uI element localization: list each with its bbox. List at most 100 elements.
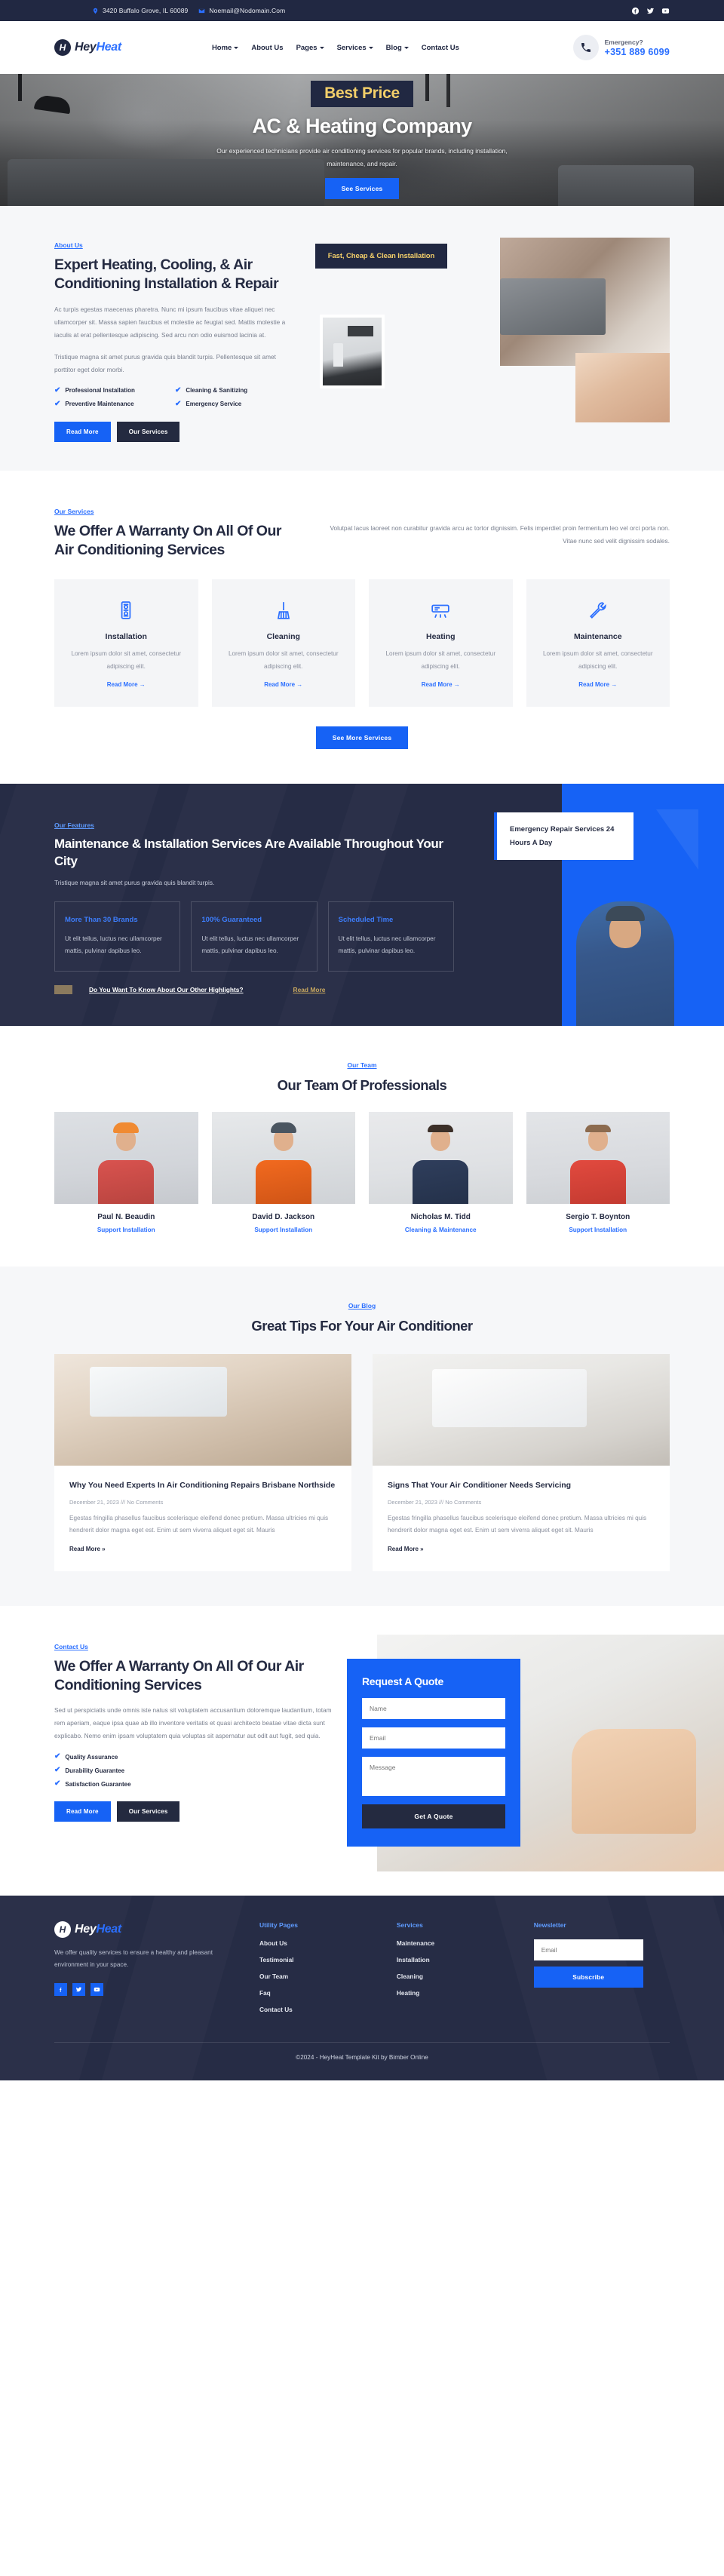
- about-image-badge: Fast, Cheap & Clean Installation: [315, 244, 447, 269]
- footer-link-cleaning[interactable]: Cleaning: [397, 1973, 520, 1980]
- footer-section: H HeyHeat We offer quality services to e…: [0, 1895, 724, 2080]
- service-card-desc: Lorem ipsum dolor sit amet, consectetur …: [542, 650, 653, 670]
- service-card[interactable]: Heating Lorem ipsum dolor sit amet, cons…: [369, 579, 513, 708]
- team-member-card[interactable]: David D. Jackson Support Installation: [211, 1111, 355, 1233]
- footer-link-about-us[interactable]: About Us: [259, 1939, 383, 1947]
- team-body-decor: [569, 1159, 626, 1204]
- service-card[interactable]: Cleaning Lorem ipsum dolor sit amet, con…: [211, 579, 355, 708]
- nav-item-home[interactable]: Home: [212, 44, 239, 52]
- service-card-read-more[interactable]: Read More →: [264, 681, 302, 688]
- services-grid: Installation Lorem ipsum dolor sit amet,…: [54, 579, 670, 708]
- team-member-card[interactable]: Nicholas M. Tidd Cleaning & Maintenance: [369, 1111, 513, 1233]
- footer-brand-part1: Hey: [75, 1922, 97, 1936]
- nav-item-label: Services: [336, 43, 367, 52]
- features-content: Our Features Maintenance & Installation …: [54, 818, 454, 972]
- blog-post-card[interactable]: Why You Need Experts In Air Conditioning…: [54, 1353, 351, 1571]
- brand-text-part1: Hey: [75, 41, 97, 54]
- service-card-read-more[interactable]: Read More →: [107, 681, 146, 688]
- contact-read-more-button[interactable]: Read More: [54, 1801, 111, 1822]
- cap-icon: [270, 1122, 296, 1134]
- contact-button-row: Read More Our Services: [54, 1801, 339, 1822]
- service-card-title: Installation: [105, 632, 147, 642]
- features-swatch-decor: [54, 984, 72, 994]
- features-read-more-link[interactable]: Read More: [293, 986, 326, 993]
- nav-item-label: About Us: [251, 43, 284, 52]
- brand-mark-icon: H: [54, 1920, 71, 1938]
- blog-post-image: [373, 1353, 670, 1466]
- get-a-quote-button[interactable]: Get A Quote: [362, 1804, 505, 1828]
- team-member-photo: [526, 1111, 670, 1204]
- emergency-contact[interactable]: Emergency? +351 889 6099: [572, 35, 670, 60]
- youtube-icon[interactable]: [661, 7, 670, 15]
- footer-link-testimonial[interactable]: Testimonial: [259, 1956, 383, 1963]
- blog-grid: Why You Need Experts In Air Conditioning…: [54, 1353, 670, 1571]
- newsletter-email-input[interactable]: [533, 1939, 643, 1960]
- team-member-card[interactable]: Sergio T. Boynton Support Installation: [526, 1111, 670, 1233]
- contact-our-services-button[interactable]: Our Services: [116, 1801, 180, 1822]
- about-our-services-button[interactable]: Our Services: [116, 421, 180, 442]
- youtube-icon[interactable]: [90, 1982, 103, 1996]
- team-member-role: Support Installation: [254, 1226, 313, 1233]
- blog-post-read-more[interactable]: Read More »: [69, 1546, 106, 1552]
- blog-post-read-more[interactable]: Read More »: [388, 1546, 424, 1552]
- nav-item-blog[interactable]: Blog: [386, 44, 409, 52]
- footer-link-contact-us[interactable]: Contact Us: [259, 2006, 383, 2013]
- see-services-button[interactable]: See Services: [324, 177, 400, 199]
- nav-item-services[interactable]: Services: [337, 44, 373, 52]
- nav-item-pages[interactable]: Pages: [296, 44, 324, 52]
- footer-social-row: [54, 1982, 246, 1996]
- about-check-label: Emergency Service: [186, 401, 242, 408]
- emergency-phone[interactable]: +351 889 6099: [605, 47, 670, 57]
- team-title: Our Team Of Professionals: [277, 1076, 447, 1093]
- twitter-icon[interactable]: [72, 1982, 85, 1996]
- team-member-card[interactable]: Paul N. Beaudin Support Installation: [54, 1111, 198, 1233]
- feature-card: 100% Guaranteed Ut elit tellus, luctus n…: [191, 901, 318, 972]
- nav-item-contact-us[interactable]: Contact Us: [422, 44, 459, 52]
- quote-message-input[interactable]: [362, 1756, 505, 1796]
- features-question-link[interactable]: Do You Want To Know About Our Other High…: [89, 986, 244, 993]
- twitter-icon[interactable]: [646, 7, 655, 15]
- about-check-label: Preventive Maintenance: [65, 401, 134, 408]
- about-check-label: Cleaning & Sanitizing: [186, 387, 248, 395]
- emergency-repair-badge: Emergency Repair Services 24 Hours A Day: [494, 812, 634, 861]
- see-more-services-button[interactable]: See More Services: [315, 726, 409, 750]
- blog-post-card[interactable]: Signs That Your Air Conditioner Needs Se…: [373, 1353, 670, 1571]
- service-card-title: Heating: [425, 632, 456, 642]
- team-member-role: Cleaning & Maintenance: [404, 1226, 477, 1233]
- footer-link-faq[interactable]: Faq: [259, 1989, 383, 1997]
- quote-email-input[interactable]: [362, 1727, 505, 1749]
- check-icon: ✔: [54, 385, 61, 395]
- footer-link-our-team[interactable]: Our Team: [259, 1973, 383, 1980]
- about-read-more-button[interactable]: Read More: [54, 421, 111, 442]
- feature-card: Scheduled Time Ut elit tellus, luctus ne…: [327, 901, 454, 972]
- nav-item-about-us[interactable]: About Us: [251, 44, 283, 52]
- footer-link-maintenance[interactable]: Maintenance: [397, 1939, 520, 1947]
- footer-brand-logo[interactable]: H HeyHeat: [54, 1920, 246, 1938]
- about-feature-list: ✔ Professional Installation ✔ Cleaning & S…: [54, 385, 296, 414]
- wrench-icon: [540, 597, 657, 623]
- team-member-role: Support Installation: [569, 1226, 627, 1233]
- contact-feature-list: ✔ Quality Assurance ✔ Durability Guarantee…: [54, 1753, 339, 1794]
- blog-post-meta: December 21, 2023 /// No Comments: [69, 1498, 164, 1506]
- service-card[interactable]: Maintenance Lorem ipsum dolor sit amet, …: [526, 579, 670, 708]
- about-paragraph-2: Tristique magna sit amet purus gravida q…: [54, 352, 276, 373]
- quote-name-input[interactable]: [362, 1697, 505, 1719]
- footer-services-title: Services: [396, 1920, 423, 1929]
- service-card-title: Maintenance: [573, 632, 622, 642]
- about-image-inset: [320, 315, 385, 388]
- service-card-read-more[interactable]: Read More →: [422, 681, 460, 688]
- footer-utility-title: Utility Pages: [259, 1920, 299, 1929]
- footer-link-heating[interactable]: Heating: [397, 1989, 520, 1997]
- broom-icon: [225, 597, 342, 623]
- service-card[interactable]: Installation Lorem ipsum dolor sit amet,…: [54, 579, 198, 708]
- team-member-photo: [54, 1111, 198, 1204]
- service-card-read-more[interactable]: Read More →: [578, 681, 617, 688]
- newsletter-subscribe-button[interactable]: Subscribe: [533, 1966, 643, 1988]
- footer-link-installation[interactable]: Installation: [397, 1956, 520, 1963]
- brand-logo[interactable]: H HeyHeat: [54, 39, 121, 56]
- facebook-icon[interactable]: [54, 1982, 67, 1996]
- address-text: 3420 Buffalo Grove, IL 60089: [103, 7, 189, 14]
- facebook-icon[interactable]: [631, 7, 640, 15]
- about-image-main: [500, 238, 670, 366]
- location-pin-icon: [92, 8, 99, 14]
